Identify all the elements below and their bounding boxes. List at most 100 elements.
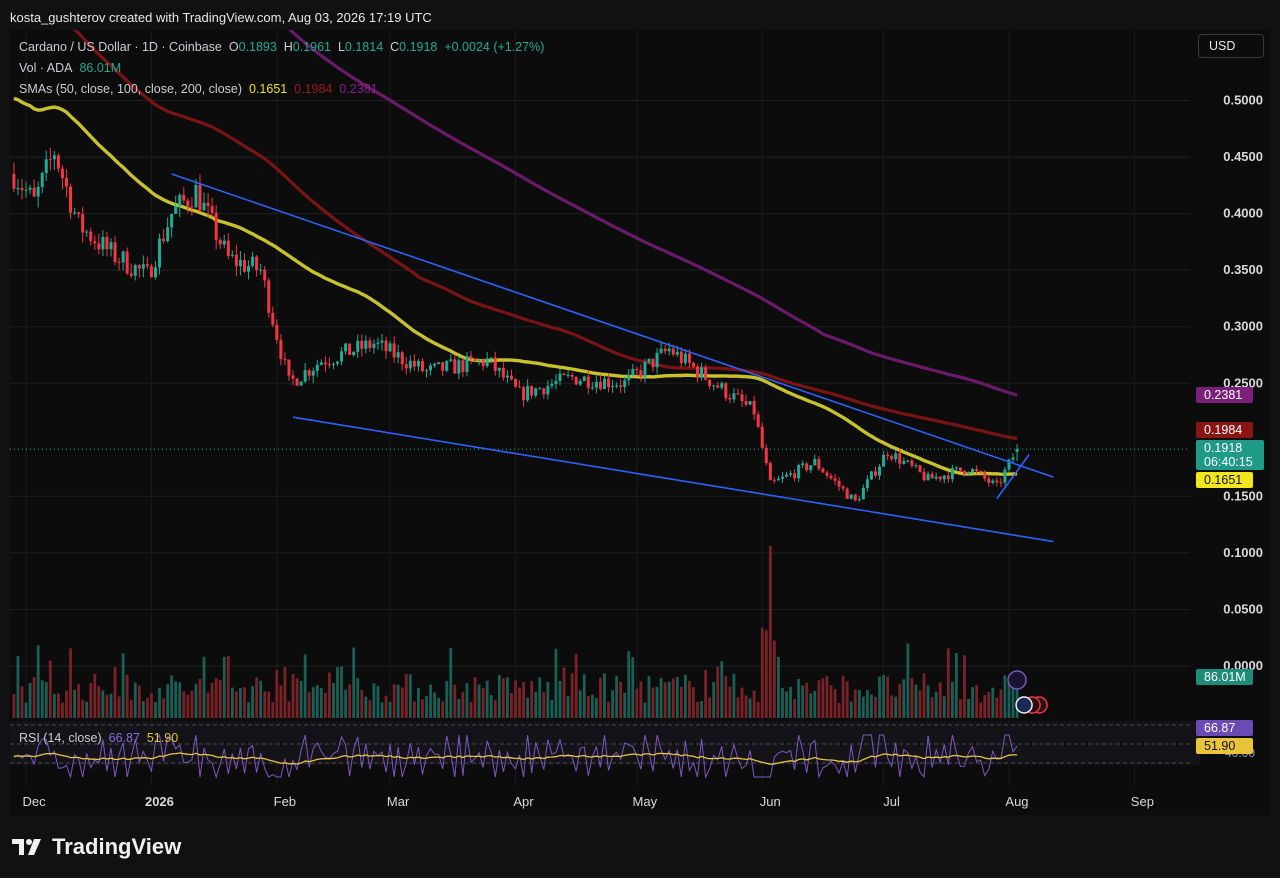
sma100-price-tag: 0.1984 (1196, 422, 1253, 438)
candle-body (894, 453, 898, 460)
candle-body (469, 356, 473, 359)
candle-body (295, 378, 299, 386)
volume-bar (922, 673, 926, 718)
candle-body (744, 401, 748, 405)
legend-volume-label[interactable]: Vol · ADA (19, 61, 73, 75)
volume-bar (752, 690, 756, 718)
volume-bar (663, 682, 667, 718)
candle-body (570, 374, 574, 377)
volume-bar (408, 674, 412, 718)
candle-body (534, 388, 538, 396)
volume-bar (659, 678, 663, 718)
bar-countdown: 06:40:15 (1204, 455, 1253, 469)
volume-bar (97, 686, 101, 718)
candle-body (210, 206, 214, 213)
volume-bar (376, 686, 380, 718)
candle-body (153, 267, 157, 278)
candle-body (77, 212, 81, 215)
candle-body (748, 401, 752, 405)
candle-body (129, 273, 133, 276)
volume-bar (615, 675, 619, 718)
x-tick-label: Jul (883, 794, 900, 809)
candle-body (259, 269, 263, 271)
candle-body (174, 206, 178, 214)
candle-body (311, 370, 315, 376)
trendlines[interactable] (171, 173, 1054, 543)
candle-body (995, 480, 999, 483)
candle-body (687, 353, 691, 363)
candle-body (356, 340, 360, 352)
volume-bar (586, 695, 590, 718)
volume-bar (287, 701, 291, 718)
candle-body (319, 362, 323, 365)
candle-body (214, 212, 218, 240)
y-tick-label: 0.3500 (1223, 262, 1263, 277)
volume-bar (631, 657, 635, 718)
candle-body (44, 159, 48, 174)
candle-body (979, 471, 983, 473)
candle-body (437, 362, 441, 364)
candle-body (242, 259, 246, 272)
candle-body (627, 374, 631, 381)
legend-high: 0.1961 (292, 40, 332, 54)
legend-close-label: C (390, 40, 400, 54)
volume-bar (36, 645, 40, 718)
volume-bar (975, 685, 979, 718)
candle-body (73, 212, 77, 214)
volume-bar (194, 683, 198, 718)
volume-bar (967, 698, 970, 718)
candle-body (760, 426, 764, 448)
candle-body (780, 476, 784, 479)
price-chart[interactable]: 40.00 0.50000.45000.40000.35000.30000.25… (10, 30, 1270, 815)
candle-body (408, 360, 412, 369)
volume-bar (821, 678, 825, 718)
rsi-legend-ma: 51.90 (146, 731, 179, 745)
candle-body (975, 469, 979, 472)
candle-body (420, 360, 424, 371)
y-tick-label: 0.3000 (1223, 319, 1263, 334)
candle-body (789, 473, 793, 475)
legend-sma-label[interactable]: SMAs (50, close, 100, close, 200, close) (19, 82, 242, 96)
candle-body (914, 465, 918, 467)
tradingview-logo[interactable]: TradingView (12, 834, 181, 860)
volume-bar (538, 677, 542, 718)
candle-body (663, 348, 667, 352)
candle-body (32, 187, 36, 197)
volume-bar (845, 681, 849, 718)
candle-body (40, 173, 44, 187)
volume-bar (206, 692, 210, 718)
y-tick-label: 0.4500 (1223, 149, 1263, 164)
candle-body (89, 231, 93, 242)
volume-bar (182, 691, 186, 718)
y-tick-label: 0.4000 (1223, 206, 1263, 221)
rsi-label[interactable]: RSI (14, close) (19, 731, 102, 745)
volume-bar (898, 683, 902, 718)
volume-bar (853, 689, 857, 718)
candle-body (704, 367, 708, 380)
volume-bar (991, 687, 995, 718)
us-flag-event-icon (1015, 696, 1033, 714)
candle-body (542, 388, 546, 395)
volume-bar (493, 700, 497, 718)
volume-bar (202, 656, 206, 718)
volume-bar (514, 680, 517, 718)
volume-bar (902, 679, 906, 718)
legend-symbol[interactable]: Cardano / US Dollar · 1D · Coinbase (19, 40, 222, 54)
candle-body (48, 159, 52, 161)
candle-body (793, 473, 797, 479)
candle-body (52, 155, 56, 160)
volume-bar (534, 691, 538, 718)
volume-bar (69, 648, 72, 718)
volume-bar (93, 673, 97, 718)
currency-button[interactable]: USD (1198, 34, 1264, 58)
volume-bar (166, 684, 170, 718)
candle-body (817, 458, 821, 469)
volume-bar (101, 690, 105, 718)
candle-body (425, 370, 428, 372)
candle-body (550, 383, 554, 386)
volume-bar (73, 689, 76, 718)
volume-bar (125, 674, 129, 718)
candle-body (518, 386, 522, 388)
volume-bar (861, 696, 865, 718)
candle-body (348, 343, 352, 355)
